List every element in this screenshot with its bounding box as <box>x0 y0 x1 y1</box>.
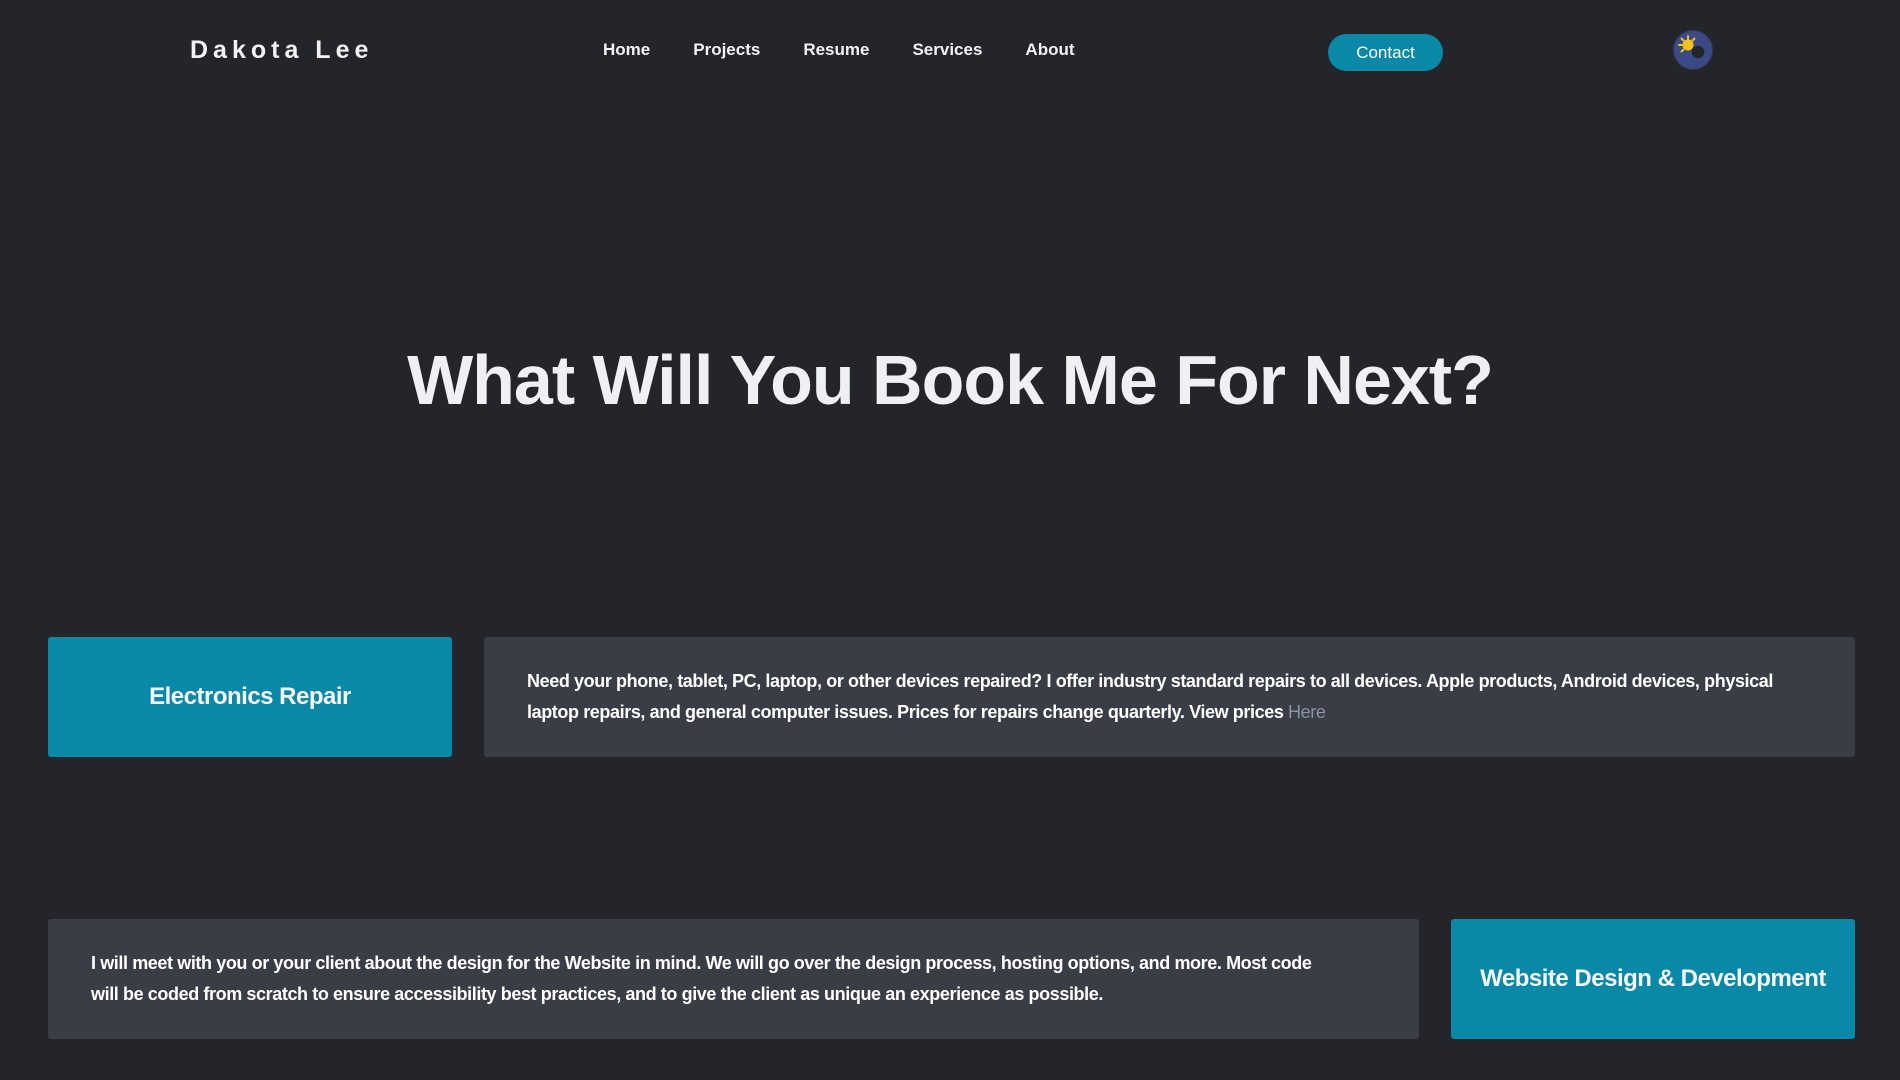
nav-about[interactable]: About <box>1025 40 1074 60</box>
description-body: Need your phone, tablet, PC, laptop, or … <box>527 671 1773 722</box>
site-header: Dakota Lee Home Projects Resume Services… <box>0 0 1900 104</box>
contact-button[interactable]: Contact <box>1328 34 1443 71</box>
nav-home[interactable]: Home <box>603 40 650 60</box>
description-body: I will meet with you or your client abou… <box>91 953 1312 1004</box>
nav-projects[interactable]: Projects <box>693 40 760 60</box>
nav-services[interactable]: Services <box>912 40 982 60</box>
service-description-website-design: I will meet with you or your client abou… <box>48 919 1419 1039</box>
theme-toggle-button[interactable] <box>1673 30 1713 70</box>
service-title-website-design: Website Design & Development <box>1451 919 1855 1039</box>
nav-resume[interactable]: Resume <box>803 40 869 60</box>
view-prices-link[interactable]: Here <box>1288 702 1326 722</box>
sun-moon-icon <box>1674 31 1712 69</box>
page-title: What Will You Book Me For Next? <box>407 341 1494 419</box>
service-description-electronics-repair: Need your phone, tablet, PC, laptop, or … <box>484 637 1855 757</box>
service-description-text: Need your phone, tablet, PC, laptop, or … <box>527 666 1795 728</box>
main-nav: Home Projects Resume Services About <box>603 40 1118 60</box>
brand-logo[interactable]: Dakota Lee <box>190 36 373 65</box>
service-title-electronics-repair: Electronics Repair <box>48 637 452 757</box>
